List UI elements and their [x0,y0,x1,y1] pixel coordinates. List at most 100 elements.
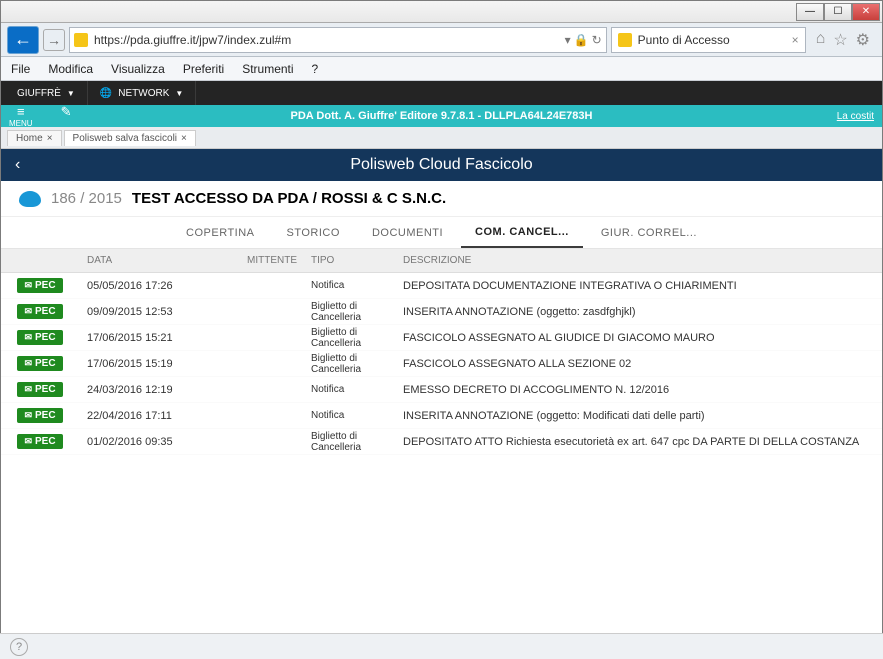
cell-descrizione: DEPOSITATO ATTO Richiesta esecutorietà e… [403,436,882,448]
cell-tipo: Biglietto di Cancelleria [311,327,403,349]
table-row[interactable]: ✉PEC05/05/2016 17:26NotificaDEPOSITATA D… [1,273,882,299]
pec-label: PEC [35,280,56,291]
page-title: Polisweb Cloud Fascicolo [350,156,532,174]
close-icon[interactable]: × [47,133,53,144]
subtab-bar: Home × Polisweb salva fascicoli × [1,127,882,149]
envelope-icon: ✉ [24,280,32,291]
pec-badge[interactable]: ✉PEC [17,356,63,371]
tab-storico[interactable]: STORICO [273,219,354,247]
topnav-giuffre-label: GIUFFRÈ [17,88,61,99]
topnav-network-label: NETWORK [118,88,169,99]
app-statusbar: ≡ MENU ✎ PDA Dott. A. Giuffre' Editore 9… [1,105,882,127]
tab-copertina[interactable]: COPERTINA [172,219,268,247]
lock-icon[interactable]: 🔒 [574,33,589,47]
chevron-down-icon: ▼ [67,89,75,98]
cell-data: 01/02/2016 09:35 [87,436,247,448]
tab-documenti[interactable]: DOCUMENTI [358,219,457,247]
window-minimize-button[interactable]: — [796,3,824,21]
refresh-icon[interactable]: ↻ [592,33,602,47]
settings-gear-icon[interactable]: ⚙ [856,30,870,50]
menu-file[interactable]: File [11,62,30,76]
browser-menubar: File Modifica Visualizza Preferiti Strum… [1,57,882,81]
home-icon[interactable]: ⌂ [816,30,826,50]
cell-data: 22/04/2016 17:11 [87,410,247,422]
menu-visualizza[interactable]: Visualizza [111,62,165,76]
subtab-polisweb[interactable]: Polisweb salva fascicoli × [64,130,196,146]
envelope-icon: ✉ [24,306,32,317]
dropdown-icon[interactable]: ▾ [565,33,571,47]
menu-modifica[interactable]: Modifica [48,62,93,76]
table-row[interactable]: ✉PEC 17/06/2015 15:21 Biglietto di Cancell… [1,325,882,351]
arrow-right-icon: → [47,32,61,48]
address-bar[interactable]: https://pda.giuffre.it/jpw7/index.zul#m … [69,27,607,53]
envelope-icon: ✉ [24,332,32,343]
app-status-text: PDA Dott. A. Giuffre' Editore 9.7.8.1 - … [1,110,882,122]
menu-button[interactable]: ≡ MENU [9,105,33,128]
edit-button[interactable]: ✎ [61,105,72,128]
tab-favicon-icon [618,33,632,47]
cell-tipo: Biglietto di Cancelleria [311,431,403,453]
cell-data: 09/09/2015 12:53 [87,306,247,318]
menu-strumenti[interactable]: Strumenti [242,62,293,76]
help-button[interactable]: ? [10,638,28,656]
footer: ? [0,633,883,659]
favorites-icon[interactable]: ☆ [833,30,847,50]
menu-help[interactable]: ? [312,62,319,76]
chevron-down-icon: ▼ [175,89,183,98]
cell-tipo: Notifica [311,410,403,421]
costit-link[interactable]: La costit [837,111,874,122]
pec-badge[interactable]: ✉PEC [17,434,63,449]
pec-badge[interactable]: ✉PEC [17,304,63,319]
nav-back-button[interactable]: ← [7,26,39,54]
table-row[interactable]: ✉PEC 22/04/2016 17:11 NotificaINSERITA ANN… [1,403,882,429]
pec-badge[interactable]: ✉PEC [17,278,63,293]
cell-data: 17/06/2015 15:21 [87,332,247,344]
envelope-icon: ✉ [24,358,32,369]
cell-data: 24/03/2016 12:19 [87,384,247,396]
tab-giur-correl[interactable]: GIUR. CORREL... [587,219,711,247]
pec-label: PEC [35,306,56,317]
pec-badge[interactable]: ✉PEC [17,382,63,397]
browser-tab[interactable]: Punto di Accesso × [611,27,806,53]
cell-descrizione: FASCICOLO ASSEGNATO ALLA SEZIONE 02 [403,358,882,370]
menu-preferiti[interactable]: Preferiti [183,62,224,76]
subtab-home[interactable]: Home × [7,130,62,146]
cell-descrizione: FASCICOLO ASSEGNATO AL GIUDICE DI GIACOM… [403,332,882,344]
tab-close-icon[interactable]: × [792,33,799,47]
tab-com-cancel[interactable]: COM. CANCEL... [461,218,583,248]
nav-forward-button[interactable]: → [43,29,65,51]
cell-descrizione: EMESSO DECRETO DI ACCOGLIMENTO N. 12/201… [403,384,882,396]
table-row[interactable]: ✉PEC 09/09/2015 12:53 Biglietto di Cancell… [1,299,882,325]
window-close-button[interactable]: ✕ [852,3,880,21]
cell-descrizione: INSERITA ANNOTAZIONE (oggetto: zasdfghjk… [403,306,882,318]
subtab-label: Home [16,133,43,144]
site-favicon-icon [74,33,88,47]
arrow-left-icon: ← [14,29,32,50]
app-topnav: GIUFFRÈ ▼ 🌐 NETWORK ▼ [1,81,882,105]
cell-tipo: Biglietto di Cancelleria [311,353,403,375]
window-maximize-button[interactable]: ☐ [824,3,852,21]
topnav-giuffre[interactable]: GIUFFRÈ ▼ [5,81,88,105]
cell-descrizione: INSERITA ANNOTAZIONE (oggetto: Modificat… [403,410,882,422]
section-tabs: COPERTINA STORICO DOCUMENTI COM. CANCEL.… [1,217,882,249]
cloud-icon [19,191,41,207]
table-row[interactable]: ✉PEC 01/02/2016 09:35 Biglietto di Cancell… [1,429,882,455]
close-icon[interactable]: × [181,133,187,144]
table-row[interactable]: ✉PEC24/03/2016 12:19NotificaEMESSO DECRE… [1,377,882,403]
cell-data: 05/05/2016 17:26 [87,280,247,292]
case-number: 186 / 2015 [51,190,122,207]
pec-label: PEC [35,410,56,421]
pec-badge[interactable]: ✉PEC [17,408,63,423]
col-header-descrizione: DESCRIZIONE [403,255,882,266]
back-chevron-icon[interactable]: ‹ [15,156,20,174]
subtab-label: Polisweb salva fascicoli [73,133,178,144]
cell-data: 17/06/2015 15:19 [87,358,247,370]
col-header-tipo: TIPO [311,255,403,266]
topnav-network[interactable]: 🌐 NETWORK ▼ [88,81,196,105]
pec-badge[interactable]: ✉PEC [17,330,63,345]
table-row[interactable]: ✉PEC 17/06/2015 15:19 Biglietto di Cancell… [1,351,882,377]
question-icon: ? [16,641,22,653]
envelope-icon: ✉ [24,384,32,395]
envelope-icon: ✉ [24,410,32,421]
cell-tipo: Biglietto di Cancelleria [311,301,403,323]
